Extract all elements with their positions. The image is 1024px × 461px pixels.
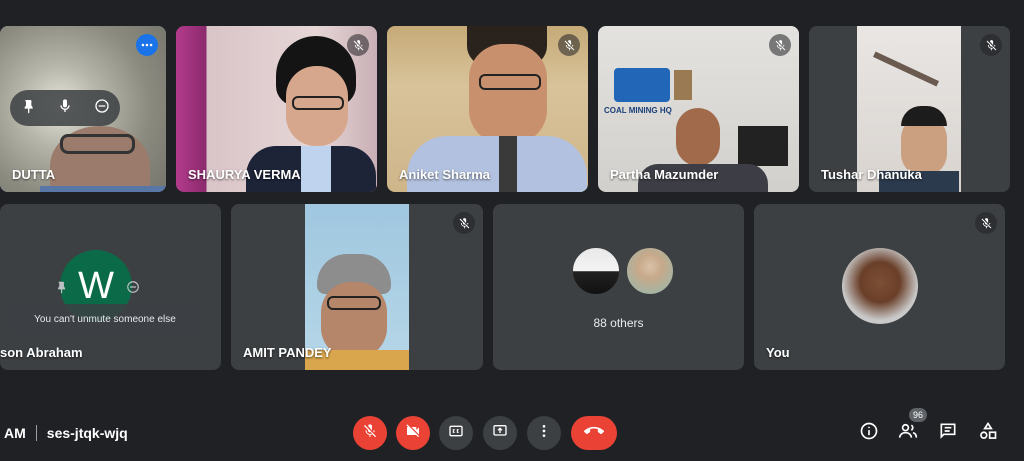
present-button[interactable] [483,416,517,450]
participant-name: DUTTA [12,167,56,182]
people-button[interactable] [897,422,919,444]
call-end-icon [584,421,604,446]
meeting-code: ses-jtqk-wjq [46,425,128,441]
avatar [842,248,918,324]
participant-tile-you: You [754,204,1005,370]
mic-off-icon [769,34,791,56]
mic-off-icon [975,212,997,234]
participant-name: Aniket Sharma [399,167,491,182]
activities-icon [978,421,998,446]
divider [35,425,37,441]
mic-toggle-button[interactable] [353,416,387,450]
meeting-info-button[interactable] [858,422,880,444]
others-tile[interactable]: 88 others [493,204,744,370]
participant-name: Partha Mazumder [610,167,719,182]
activities-button[interactable] [977,421,999,446]
meeting-time: AM [4,425,26,441]
closed-caption-icon [448,423,464,444]
mic-off-icon [347,34,369,56]
participant-tile-partha[interactable]: COAL MINING HQ Partha Mazumder [598,26,799,192]
participant-name: Tushar Dhanuka [821,167,922,182]
unmute-tooltip: You can't unmute someone else [10,304,200,334]
mic-icon[interactable] [57,98,73,119]
participant-name: You [766,345,790,360]
participant-tile-tushar[interactable]: Tushar Dhanuka [809,26,1010,192]
others-count: 88 others [593,316,644,330]
participant-name: AMIT PANDEY [243,345,332,360]
meeting-details: AM ses-jtqk-wjq [4,425,128,441]
participant-name: son Abraham [0,345,83,360]
avatar [571,246,621,296]
mic-off-icon [453,212,475,234]
info-icon [859,421,879,446]
others-avatars [571,246,675,296]
mic-off-icon [980,34,1002,56]
captions-button[interactable] [439,416,473,450]
chat-button[interactable] [937,422,959,444]
tile-hover-controls [10,90,120,126]
pin-icon[interactable] [54,280,68,299]
pin-icon[interactable] [20,98,36,119]
more-vert-icon [536,423,552,444]
people-icon [898,421,918,446]
more-options-button[interactable] [527,416,561,450]
remove-icon[interactable] [126,280,140,299]
videocam-off-icon [405,423,421,444]
chat-icon [938,421,958,446]
avatar [625,246,675,296]
wall-sign: COAL MINING HQ [604,106,672,115]
remove-icon[interactable] [94,98,110,119]
participant-tile-amit[interactable]: AMIT PANDEY [231,204,483,370]
participant-tile-shaurya[interactable]: SHAURYA VERMA [176,26,377,192]
participant-tile-aniket[interactable]: Aniket Sharma [387,26,588,192]
participant-name: SHAURYA VERMA [188,167,301,182]
participant-tile-abraham[interactable]: W You can't unmute someone else son Abra… [0,204,221,370]
more-vert-icon[interactable] [136,34,158,56]
camera-toggle-button[interactable] [396,416,430,450]
mic-off-icon [362,423,378,444]
control-bar: AM ses-jtqk-wjq 96 [0,408,1024,458]
present-screen-icon [492,423,508,444]
participant-tile-dutta[interactable]: DUTTA [0,26,166,192]
leave-call-button[interactable] [571,416,617,450]
mic-off-icon [558,34,580,56]
